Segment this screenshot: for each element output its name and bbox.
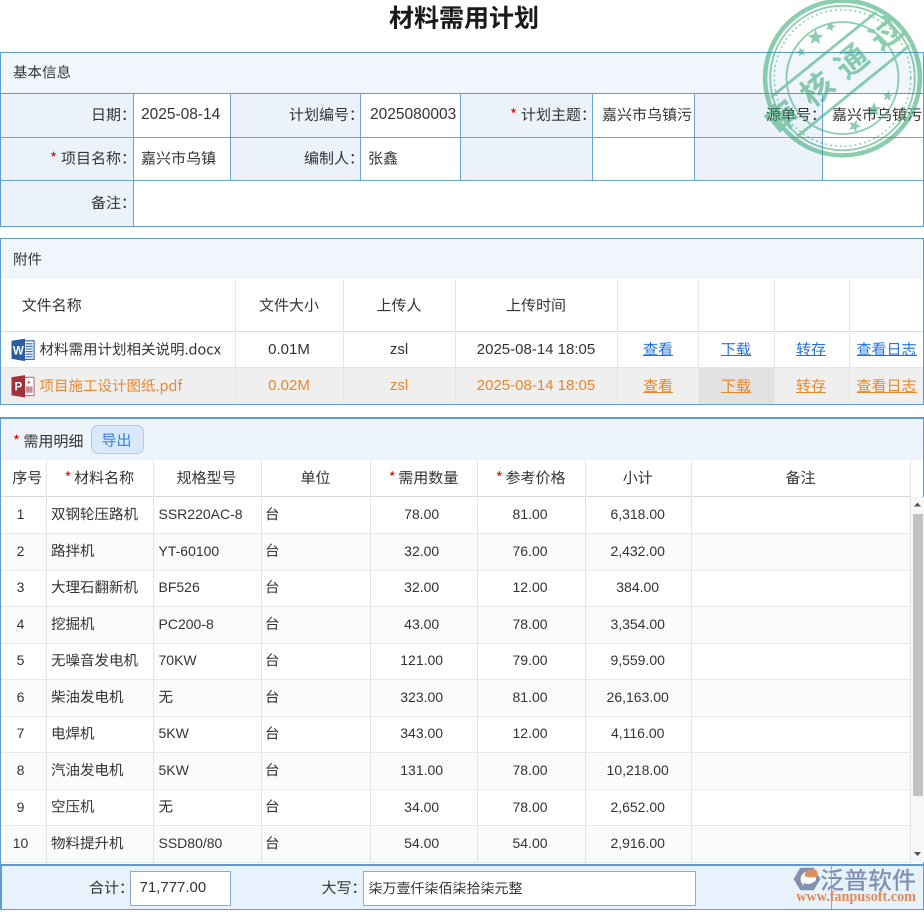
svg-text:W: W (13, 345, 24, 357)
svg-text:P: P (14, 382, 22, 394)
